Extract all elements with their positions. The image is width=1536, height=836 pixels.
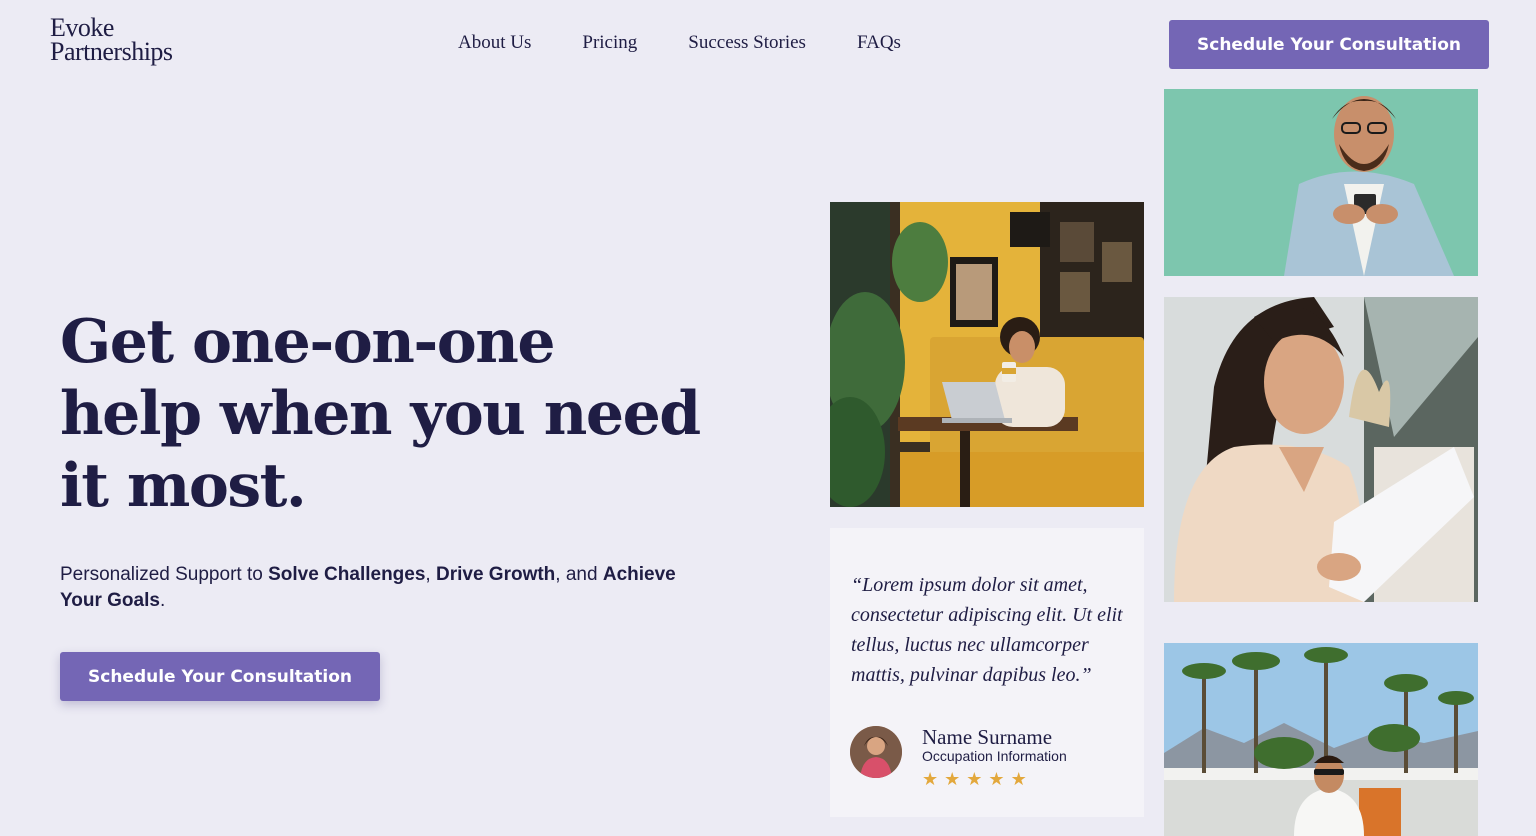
star-icon: ★ (988, 769, 1005, 789)
brand-logo[interactable]: Evoke Partnerships (50, 15, 173, 66)
author-name: Name Surname (922, 725, 1053, 749)
nav-item-about-us[interactable]: About Us (458, 32, 531, 54)
header-schedule-consultation-button[interactable]: Schedule Your Consultation (1169, 20, 1489, 69)
hero-sub-prefix: Personalized Support to (60, 564, 269, 585)
hero-sub-solve-challenges: Solve Challenges (268, 564, 426, 585)
brand-logo-line2: Partnerships (50, 37, 173, 66)
hero-sub-suffix: . (159, 590, 166, 611)
hero-title: Get one-on-one help when you need it mos… (60, 306, 701, 522)
photo-woman-cafe-laptop (830, 202, 1144, 507)
hero-title-line1: Get one-on-one (60, 307, 556, 377)
photo-woman-reading-paper (1164, 297, 1478, 602)
star-icon: ★ (922, 769, 939, 789)
nav-item-success-stories[interactable]: Success Stories (688, 32, 806, 54)
hero-subtitle: Personalized Support to Solve Challenges… (60, 562, 720, 614)
author-occupation: Occupation Information (922, 748, 1067, 764)
nav-item-pricing[interactable]: Pricing (582, 32, 637, 54)
testimonial-author: Name Surname Occupation Information ★ ★ … (850, 726, 1067, 788)
hero-title-line2: help when you need (60, 379, 701, 449)
photo-man-palm-trees (1164, 643, 1478, 836)
hero-sub-sep2: , and (555, 564, 603, 585)
testimonial-quote: “Lorem ipsum dolor sit amet, consectetur… (851, 574, 1123, 686)
hero-schedule-consultation-button[interactable]: Schedule Your Consultation (60, 652, 380, 701)
star-icon: ★ (966, 769, 983, 789)
nav-item-faqs[interactable]: FAQs (857, 32, 901, 54)
main-nav: About Us Pricing Success Stories FAQs (458, 32, 901, 54)
author-info: Name Surname Occupation Information ★ ★ … (922, 726, 1067, 788)
photo-man-smiling-phone (1164, 89, 1478, 276)
testimonial-card: “Lorem ipsum dolor sit amet, consectetur… (830, 528, 1144, 817)
rating-stars: ★ ★ ★ ★ ★ (922, 770, 1067, 788)
hero-title-line3: it most. (60, 451, 307, 521)
avatar (850, 726, 902, 778)
star-icon: ★ (1010, 769, 1027, 789)
hero-sub-sep1: , (425, 564, 436, 585)
star-icon: ★ (944, 769, 961, 789)
hero-sub-drive-growth: Drive Growth (435, 564, 556, 585)
